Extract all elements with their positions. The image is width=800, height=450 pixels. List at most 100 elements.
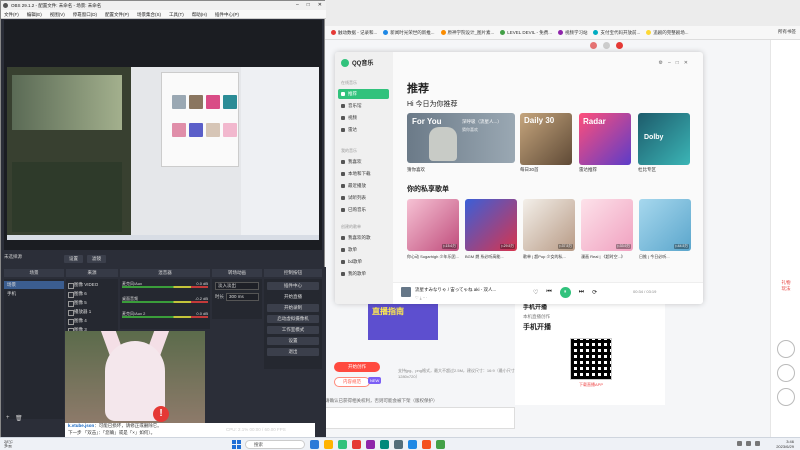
feedback-icon[interactable] — [777, 340, 795, 358]
remove-scene-icon[interactable]: 🗑 — [15, 415, 23, 422]
windows-start-icon[interactable] — [232, 440, 241, 449]
for-you-card[interactable]: For You 深呼吸（流星人...） 猜你喜欢 — [407, 113, 515, 163]
sidebar-item-video[interactable]: 视频 — [338, 113, 389, 123]
studio-mode-button[interactable]: 工作室模式 — [267, 326, 319, 334]
taskbar-app-icon[interactable] — [380, 440, 389, 449]
menu-help[interactable]: 帮助(H) — [192, 10, 207, 18]
mixer-channel[interactable]: 桌面音频 -0.2 dB — [122, 296, 208, 306]
notification-icon[interactable] — [616, 42, 623, 49]
start-create-button[interactable]: 开始创作 — [334, 362, 380, 372]
taskbar-app-icon[interactable] — [408, 440, 417, 449]
bookmark-item[interactable]: 触动数据 - 记录和... — [331, 30, 377, 36]
dolby-card[interactable]: Dolby — [638, 113, 690, 165]
minimize-icon[interactable]: – — [668, 60, 671, 66]
clock[interactable]: 3:46 2023/6/29 — [776, 439, 794, 449]
add-scene-icon[interactable]: + — [6, 415, 10, 421]
exit-button[interactable]: 退出 — [267, 348, 319, 356]
taskbar-search[interactable]: 搜索 — [245, 440, 305, 449]
transition-select[interactable]: 淡入淡出 — [215, 282, 259, 290]
taskbar-app-icon[interactable] — [394, 440, 403, 449]
taskbar-app-icon[interactable] — [310, 440, 319, 449]
playlist-card[interactable]: ▷44.5万 — [639, 199, 691, 251]
source-item[interactable]: 图像 5 — [66, 299, 118, 307]
virtual-camera-button[interactable]: 启动虚拟摄像机 — [267, 315, 319, 323]
weather-widget[interactable]: 28°C 多云 — [4, 439, 13, 449]
source-item[interactable]: 播放器 1 — [66, 308, 118, 316]
browser-tab-strip[interactable] — [325, 0, 800, 26]
minimize-icon[interactable]: – — [296, 1, 299, 10]
taskbar-app-icon[interactable] — [352, 440, 361, 449]
playlist-title[interactable]: 日推 | 今日必听... — [639, 254, 695, 259]
source-filters-button[interactable]: 滤镜 — [87, 255, 106, 263]
playlist-card[interactable]: ▷29.5万 — [465, 199, 517, 251]
chevron-up-icon[interactable] — [737, 441, 742, 446]
bookmark-item[interactable]: 支付宝代码开放前... — [593, 30, 640, 36]
menu-plugins[interactable]: 插件中心(P) — [215, 10, 239, 18]
menu-edit[interactable]: 编辑(E) — [27, 10, 42, 18]
menu-view[interactable]: 视图(V) — [50, 10, 65, 18]
playlist-title[interactable]: 你心动 Sugarhigh 少年乐团... — [407, 254, 463, 259]
menu-file[interactable]: 文件(F) — [4, 10, 19, 18]
mixer-channel[interactable]: 麦克风/Aux 2 0.0 dB — [122, 311, 208, 321]
playlist-title[interactable]: 漫画 Real | 《超时空...》 — [581, 254, 637, 259]
message-icon[interactable] — [603, 42, 610, 49]
bookmark-item[interactable]: 原神学院设计_图片素... — [440, 30, 494, 36]
playlist-title[interactable]: BGM 燃 系必听高能... — [465, 254, 521, 259]
gift-rail-panel[interactable]: 礼物 玩法 — [771, 280, 800, 340]
like-icon[interactable]: ♡ — [533, 289, 538, 296]
maximize-icon[interactable]: □ — [676, 60, 679, 66]
duration-input[interactable]: 300 ms — [226, 293, 259, 301]
daily-30-card[interactable]: Daily 30 — [520, 113, 572, 165]
taskbar-app-icon[interactable] — [422, 440, 431, 449]
taskbar-app-icon[interactable] — [338, 440, 347, 449]
description-input[interactable] — [325, 407, 515, 429]
playlist-card[interactable]: ▷33.9万 — [581, 199, 633, 251]
volume-icon[interactable] — [755, 441, 760, 446]
now-playing-title[interactable]: 流星すみなりゃ / 宙ってゃね aki - 双人... — [415, 287, 496, 293]
sidebar-item-playlist[interactable]: 我的歌单 — [338, 269, 389, 279]
now-playing-cover[interactable] — [401, 287, 411, 297]
all-bookmarks-link[interactable]: 所有书签 — [778, 29, 796, 35]
preview-canvas[interactable] — [4, 20, 322, 250]
source-item[interactable]: 图像 VIDEO — [66, 281, 118, 289]
radar-card[interactable]: Radar — [579, 113, 631, 165]
menu-docks[interactable]: 停靠窗口(D) — [73, 10, 97, 18]
playlist-title[interactable]: 歌单 | 超Pop 少女的私... — [523, 254, 579, 259]
sidebar-item-recent[interactable]: 最近播放 — [338, 181, 389, 191]
source-item[interactable]: 图像 6 — [66, 290, 118, 298]
playlist-card[interactable]: ▷15.6万 — [407, 199, 459, 251]
live-guide-banner[interactable]: 直播指南 — [368, 300, 438, 340]
pause-button[interactable]: ⏸ — [559, 287, 571, 298]
taskbar-app-icon[interactable] — [366, 440, 375, 449]
taskbar-app-icon[interactable] — [436, 440, 445, 449]
taskbar-app-icon[interactable] — [324, 440, 333, 449]
sidebar-item-local[interactable]: 本地和下载 — [338, 169, 389, 179]
menu-profile[interactable]: 配置文件(P) — [105, 10, 129, 18]
start-recording-button[interactable]: 开始录制 — [267, 304, 319, 312]
sidebar-item-preview-list[interactable]: 试听列表 — [338, 193, 389, 203]
menu-tools[interactable]: 工具(T) — [169, 10, 184, 18]
bookmark-item[interactable]: 新闻时光荣世的新推... — [383, 30, 435, 36]
plugin-center-button[interactable]: 插件中心 — [267, 282, 319, 290]
window-title-bar[interactable]: OBS 29.1.2 - 配置文件: 未命名 - 场景: 未命名 – □ ✕ — [1, 1, 326, 10]
playlist-card[interactable]: ▷37.5万 — [523, 199, 575, 251]
next-icon[interactable]: ⏭ — [579, 289, 584, 296]
start-streaming-button[interactable]: 开始直播 — [267, 293, 319, 301]
avatar[interactable] — [590, 42, 597, 49]
sidebar-item-radar[interactable]: 雷达 — [338, 125, 389, 135]
settings-icon[interactable]: ⚙ — [659, 60, 663, 66]
menu-scene-collection[interactable]: 场景集合(S) — [137, 10, 161, 18]
source-item[interactable]: 图像 4 — [66, 317, 118, 325]
settings-button[interactable]: 设置 — [267, 337, 319, 345]
service-icon[interactable] — [777, 364, 795, 382]
bookmark-item[interactable]: LEVEL DEVIL - 免费... — [500, 30, 552, 36]
wifi-icon[interactable] — [746, 441, 751, 446]
bookmark-item[interactable]: 追剧的完整剧场... — [646, 30, 688, 36]
close-icon[interactable]: ✕ — [684, 60, 688, 66]
sidebar-item-recommend[interactable]: 推荐 — [338, 89, 389, 99]
scene-item[interactable]: 场景 — [4, 281, 64, 289]
sidebar-item-music-hall[interactable]: 音乐馆 — [338, 101, 389, 111]
maximize-icon[interactable]: □ — [307, 1, 310, 10]
sidebar-item-liked[interactable]: 我喜欢 — [338, 157, 389, 167]
close-icon[interactable]: ✕ — [318, 1, 322, 10]
